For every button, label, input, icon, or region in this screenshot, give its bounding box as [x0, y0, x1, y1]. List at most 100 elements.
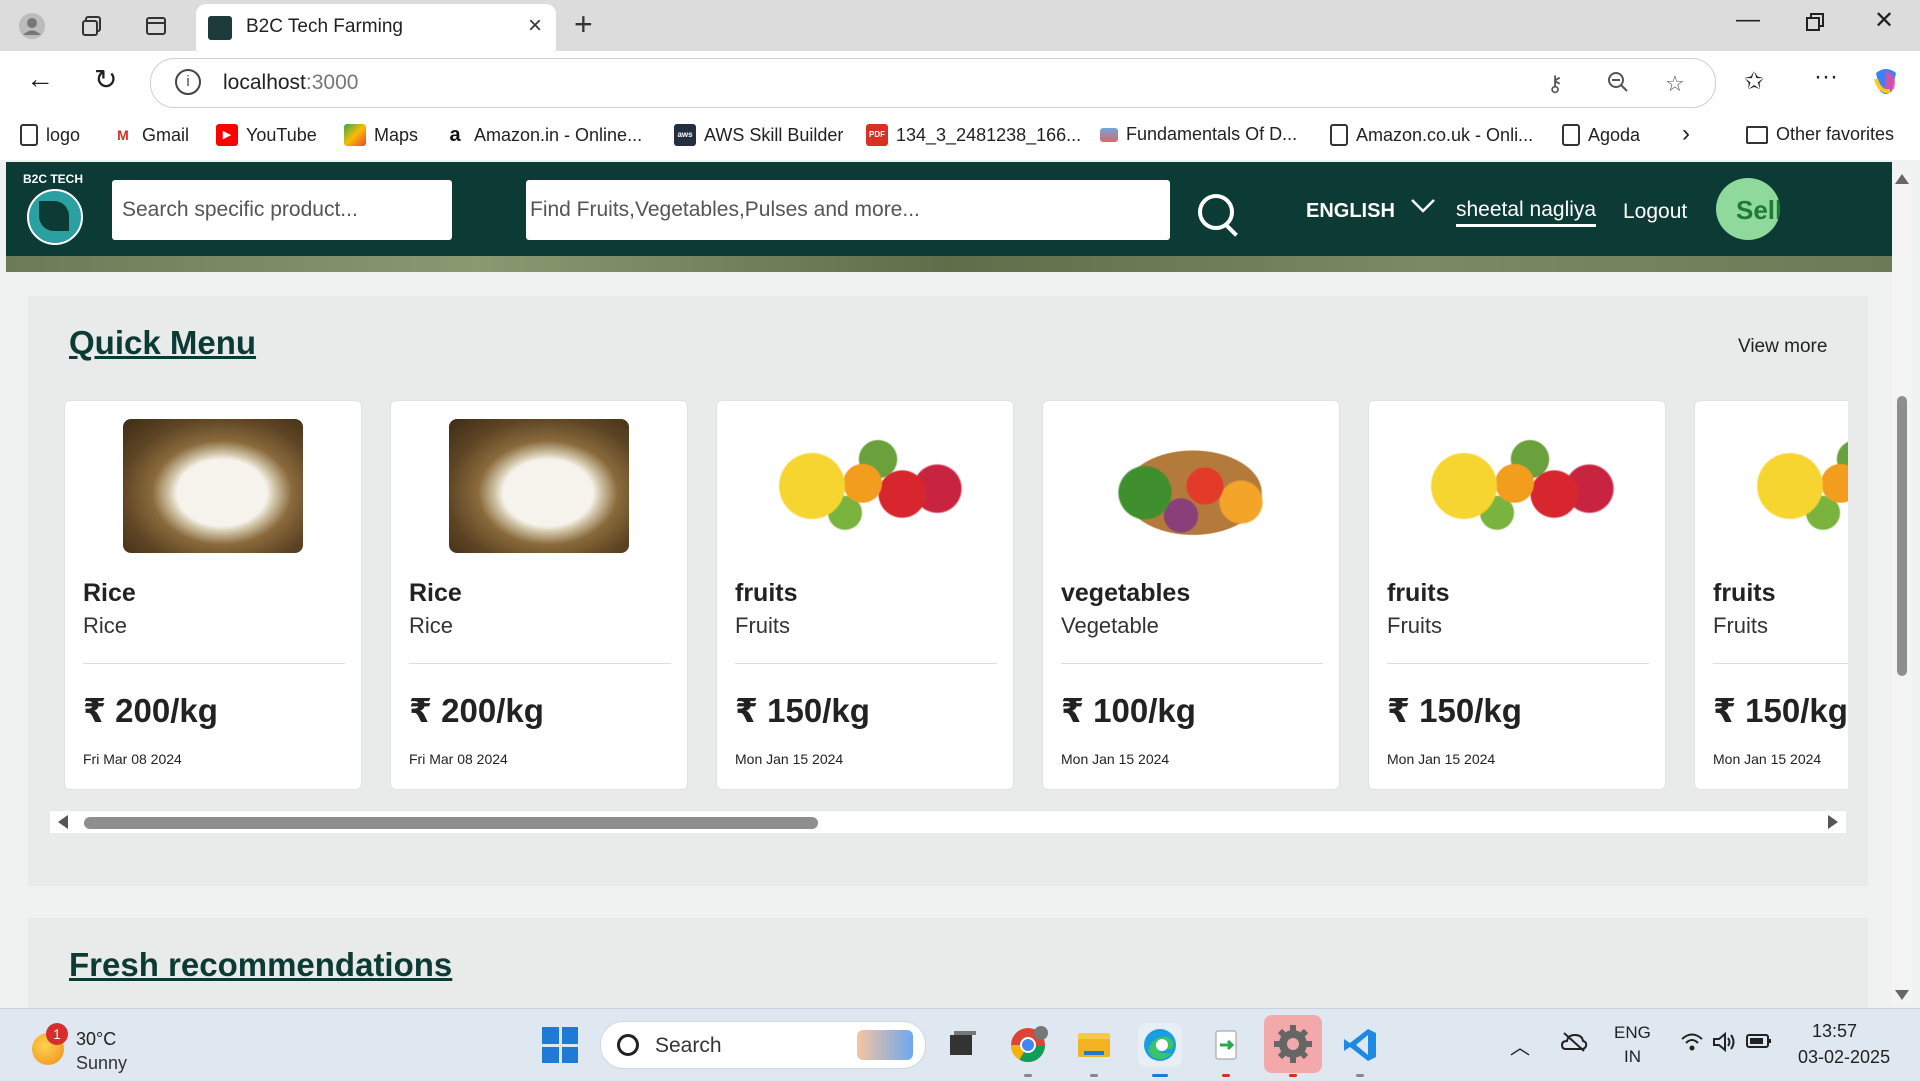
page-scrollbar[interactable]: [1892, 170, 1912, 1004]
chevron-up-icon[interactable]: ︿: [1510, 1031, 1530, 1060]
weather-desc: Sunny: [76, 1053, 128, 1073]
divider: [409, 663, 671, 664]
scroll-left-arrow-icon[interactable]: [58, 815, 68, 829]
view-more-link[interactable]: View more: [1738, 336, 1827, 358]
bookmark-youtube[interactable]: ▶ YouTube: [216, 124, 317, 146]
divider: [1713, 663, 1848, 664]
bookmark-label: Amazon.co.uk - Onli...: [1356, 124, 1534, 145]
favorite-star-icon[interactable]: ☆: [1665, 71, 1685, 97]
more-options-icon[interactable]: ···: [1814, 63, 1838, 91]
product-name: fruits: [735, 579, 798, 607]
other-favorites[interactable]: Other favorites: [1746, 124, 1894, 145]
profile-icon[interactable]: [14, 8, 50, 44]
sell-button[interactable]: Sell: [1716, 178, 1780, 240]
scroll-down-arrow-icon[interactable]: [1895, 990, 1909, 1000]
windows-taskbar: 1 30°C Sunny Search ︿ ENG IN 13:57 03-02…: [0, 1008, 1920, 1081]
divider: [1061, 663, 1323, 664]
bookmark-gmail[interactable]: M Gmail: [112, 124, 189, 146]
url-field[interactable]: i localhost:3000 ⚷ ☆: [150, 58, 1716, 108]
bookmark-amazon-in[interactable]: a Amazon.in - Online...: [444, 124, 642, 146]
tab-favicon-icon: [208, 16, 232, 40]
page-icon: [1330, 124, 1348, 146]
onedrive-icon[interactable]: [1560, 1031, 1588, 1058]
windows-start-icon[interactable]: [542, 1027, 578, 1063]
product-image: [1073, 419, 1313, 553]
app-logo[interactable]: B2C TECH: [20, 172, 86, 245]
product-card[interactable]: Rice Rice ₹ 200/kg Fri Mar 08 2024: [390, 400, 688, 790]
product-category: Rice: [83, 613, 128, 638]
clock-date[interactable]: 03-02-2025: [1798, 1047, 1890, 1068]
product-card[interactable]: fruits Fruits ₹ 150/kg Mon Jan 15 2024: [1368, 400, 1666, 790]
bookmark-agoda[interactable]: Agoda: [1562, 124, 1640, 146]
copilot-icon[interactable]: [1870, 65, 1902, 104]
task-view-icon[interactable]: [940, 1023, 984, 1067]
battery-icon[interactable]: [1746, 1033, 1772, 1054]
logout-button[interactable]: Logout: [1623, 200, 1687, 224]
bookmark-pdf[interactable]: PDF 134_3_2481238_166...: [866, 124, 1081, 146]
site-info-icon[interactable]: i: [175, 69, 201, 95]
bookmark-amazon-uk[interactable]: Amazon.co.uk - Onli...: [1330, 124, 1533, 146]
scroll-right-arrow-icon[interactable]: [1828, 815, 1838, 829]
wifi-icon[interactable]: [1680, 1031, 1704, 1058]
input-language-bottom[interactable]: IN: [1624, 1047, 1641, 1067]
bookmark-logo[interactable]: logo: [20, 124, 80, 146]
page-viewport: B2C TECH Search specific product... Find…: [0, 160, 1920, 1008]
product-card[interactable]: fruits Fruits ₹ 150/kg Mon Jan 15 2024: [1694, 400, 1848, 790]
main-search-input[interactable]: Find Fruits,Vegetables,Pulses and more..…: [526, 180, 1170, 240]
youtube-icon: ▶: [216, 124, 238, 146]
volume-icon[interactable]: [1712, 1031, 1736, 1058]
new-tab-button[interactable]: +: [574, 6, 593, 43]
more-bookmarks-chevron-icon[interactable]: ›: [1682, 120, 1690, 148]
key-icon[interactable]: ⚷: [1547, 71, 1563, 97]
back-arrow-icon[interactable]: ←: [26, 63, 54, 95]
taskbar-search[interactable]: Search: [600, 1021, 926, 1069]
bookmark-label: 134_3_2481238_166...: [896, 124, 1082, 145]
product-date: Fri Mar 08 2024: [83, 751, 182, 767]
language-selector[interactable]: ENGLISH: [1306, 200, 1395, 223]
minimize-icon[interactable]: —: [1736, 6, 1760, 34]
bookmark-maps[interactable]: Maps: [344, 124, 418, 146]
workspaces-icon[interactable]: [74, 8, 110, 44]
refresh-icon[interactable]: ↻: [94, 63, 117, 96]
product-date: Mon Jan 15 2024: [1387, 751, 1496, 767]
search-icon[interactable]: [1198, 194, 1234, 230]
bookmark-label: AWS Skill Builder: [704, 124, 844, 145]
bookmark-aws[interactable]: aws AWS Skill Builder: [674, 124, 843, 146]
product-card[interactable]: fruits Fruits ₹ 150/kg Mon Jan 15 2024: [716, 400, 1014, 790]
product-card[interactable]: Rice Rice ₹ 200/kg Fri Mar 08 2024: [64, 400, 362, 790]
scroll-up-arrow-icon[interactable]: [1895, 174, 1909, 184]
clock-time[interactable]: 13:57: [1812, 1021, 1857, 1042]
vscode-icon[interactable]: [1338, 1023, 1382, 1077]
product-card[interactable]: vegetables Vegetable ₹ 100/kg Mon Jan 15…: [1042, 400, 1340, 790]
zoom-out-icon[interactable]: [1607, 71, 1629, 99]
product-carousel[interactable]: Rice Rice ₹ 200/kg Fri Mar 08 2024 Rice …: [64, 400, 1848, 792]
favorites-icon[interactable]: ✩: [1744, 67, 1764, 96]
chrome-icon[interactable]: [1006, 1023, 1050, 1077]
chevron-down-icon[interactable]: [1410, 198, 1436, 219]
url-port: :3000: [305, 71, 359, 94]
search-specific-input[interactable]: Search specific product...: [112, 180, 452, 240]
tab-actions-icon[interactable]: [138, 8, 174, 44]
product-name: Rice: [409, 579, 462, 607]
restore-icon[interactable]: [1806, 10, 1824, 38]
product-price: ₹ 100/kg: [1061, 692, 1196, 729]
product-category: Fruits: [735, 613, 790, 638]
product-image: [757, 419, 977, 553]
bookmark-label: Maps: [374, 124, 419, 145]
username-link[interactable]: sheetal nagliya: [1456, 198, 1597, 227]
edge-icon[interactable]: [1138, 1023, 1182, 1077]
carousel-scrollbar[interactable]: [50, 811, 1846, 833]
close-tab-icon[interactable]: ×: [528, 12, 542, 40]
app-arrow-icon[interactable]: [1204, 1023, 1248, 1077]
logo-text: B2C TECH: [22, 172, 83, 186]
input-language-top[interactable]: ENG: [1614, 1023, 1651, 1043]
page-scrollbar-thumb[interactable]: [1897, 396, 1907, 676]
close-window-icon[interactable]: ✕: [1874, 6, 1894, 35]
tab-active[interactable]: B2C Tech Farming ×: [196, 4, 556, 51]
scrollbar-thumb[interactable]: [84, 817, 818, 829]
bookmarks-bar: logo M Gmail ▶ YouTube Maps a Amazon.in …: [0, 114, 1920, 161]
file-explorer-icon[interactable]: [1072, 1023, 1116, 1077]
settings-gear-icon[interactable]: [1264, 1015, 1322, 1077]
product-category: Vegetable: [1061, 613, 1159, 638]
bookmark-fundamentals[interactable]: Fundamentals Of D...: [1100, 124, 1297, 145]
